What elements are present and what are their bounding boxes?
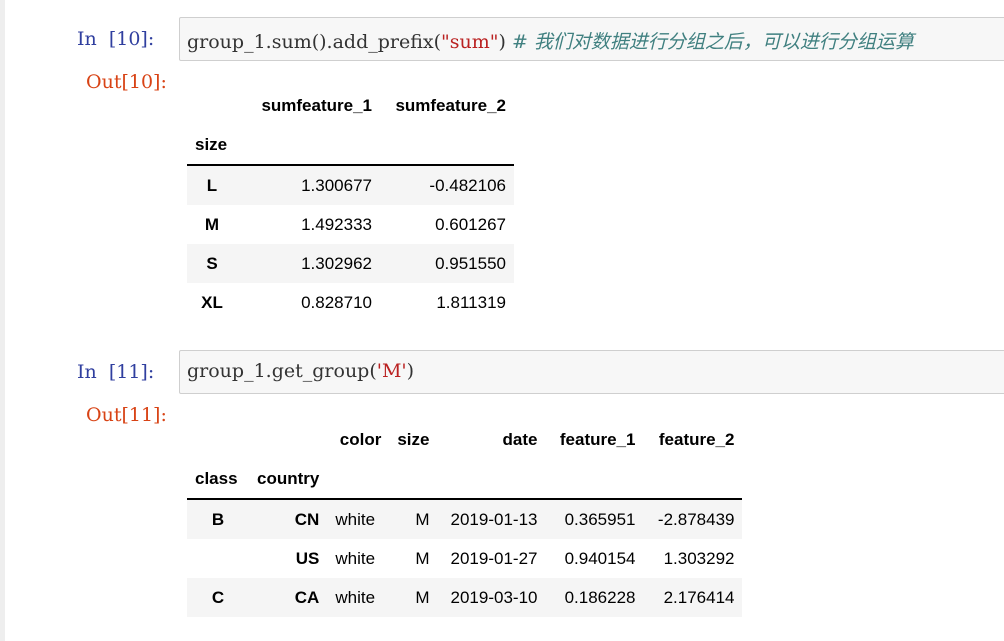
- table-cell: 0.828710: [301, 292, 372, 312]
- table-header-row: sumfeature_1 sumfeature_2: [187, 86, 514, 125]
- code-string: "sum": [441, 31, 499, 53]
- index-name-row: class country: [187, 459, 743, 500]
- header-blank: [327, 459, 390, 500]
- table-cell: 0.940154: [564, 548, 636, 568]
- code-text: ): [498, 31, 512, 53]
- code-text: group_1.get_group(: [187, 360, 377, 382]
- header-blank: [237, 125, 380, 166]
- table-cell: 1.492333: [301, 214, 372, 234]
- column-header: feature_1: [559, 429, 636, 449]
- table-row: XL 0.828710 1.811319: [187, 283, 514, 322]
- column-header: size: [397, 429, 430, 449]
- index-header-blank: [249, 420, 327, 459]
- header-blank: [643, 459, 743, 500]
- table-cell: 0.951550: [380, 244, 514, 283]
- input-prompt-10: In [10]:: [77, 28, 155, 50]
- table-cell: 2.176414: [643, 578, 743, 617]
- code-text: ): [406, 360, 415, 382]
- index-name: country: [249, 459, 328, 500]
- table-cell: 0.365951: [545, 499, 644, 539]
- table-cell: 1.302962: [237, 244, 380, 283]
- table-cell: white: [335, 548, 376, 568]
- table-row: M 1.492333 0.601267: [187, 205, 514, 244]
- header-blank: [545, 459, 644, 500]
- output-prompt-10: Out[10]:: [86, 71, 167, 93]
- dataframe-output-10: sumfeature_1 sumfeature_2 size L 1.30067…: [187, 86, 514, 322]
- table-cell: white: [327, 499, 390, 539]
- table-header-row: color size date feature_1 feature_2: [187, 420, 742, 459]
- output-prompt-11: Out[11]:: [86, 404, 167, 426]
- table-row: C CA white M 2019-03-10 0.186228 2.17641…: [187, 578, 743, 617]
- table-cell: 0.601267: [435, 214, 506, 234]
- header-blank: [437, 459, 546, 500]
- code-cell-10[interactable]: group_1.sum().add_prefix("sum") # 我们对数据进…: [179, 17, 1004, 61]
- code-line[interactable]: group_1.get_group('M'): [187, 360, 414, 382]
- row-index-country: US: [295, 548, 320, 568]
- table-cell: M: [415, 548, 430, 568]
- code-line[interactable]: group_1.sum().add_prefix("sum") # 我们对数据进…: [187, 27, 914, 54]
- row-index-class: B: [187, 499, 249, 539]
- row-index: XL: [201, 292, 223, 312]
- table-row: S 1.302962 0.951550: [187, 244, 514, 283]
- table-row: L 1.300677 -0.482106: [187, 165, 514, 205]
- column-header: color: [339, 429, 382, 449]
- table-cell: white: [327, 578, 390, 617]
- table-cell: 1.811319: [436, 292, 506, 312]
- index-name-row: size: [187, 125, 514, 166]
- table-cell: 2019-03-10: [437, 578, 546, 617]
- header-blank: [389, 459, 438, 500]
- dataframe-output-11: color size date feature_1 feature_2 clas…: [187, 420, 743, 617]
- table-cell: M: [389, 578, 438, 617]
- column-header: date: [502, 429, 538, 449]
- input-prompt-11: In [11]:: [77, 361, 155, 383]
- column-header: sumfeature_1: [261, 95, 372, 115]
- row-index: M: [204, 214, 220, 234]
- code-cell-11[interactable]: group_1.get_group('M'): [179, 350, 1004, 394]
- table-cell: 1.303292: [663, 548, 735, 568]
- header-blank: [380, 125, 514, 166]
- table-row: US white M 2019-01-27 0.940154 1.303292: [187, 539, 742, 578]
- row-index-class: [187, 539, 249, 578]
- index-header-blank: [187, 86, 237, 125]
- row-index-country: CA: [249, 578, 328, 617]
- row-index-country: CN: [249, 499, 328, 539]
- row-index: S: [187, 244, 237, 283]
- table-cell: 2019-01-27: [450, 548, 538, 568]
- table-cell: -0.482106: [380, 165, 514, 205]
- table-cell: 1.300677: [237, 165, 380, 205]
- table-cell: M: [389, 499, 438, 539]
- code-comment: # 我们对数据进行分组之后，可以进行分组运算: [511, 31, 914, 53]
- row-index: L: [187, 165, 237, 205]
- table-cell: 2019-01-13: [437, 499, 546, 539]
- column-header: sumfeature_2: [395, 95, 506, 115]
- table-row: B CN white M 2019-01-13 0.365951 -2.8784…: [187, 499, 743, 539]
- column-header: feature_2: [658, 429, 735, 449]
- index-header-blank: [187, 420, 249, 459]
- row-index-class: C: [187, 578, 249, 617]
- code-text: group_1.sum().add_prefix(: [187, 31, 442, 53]
- code-string: 'M': [376, 360, 407, 382]
- table-cell: -2.878439: [643, 499, 743, 539]
- index-name: class: [187, 459, 249, 500]
- notebook-gutter: [0, 0, 5, 641]
- table-cell: 0.186228: [545, 578, 644, 617]
- index-name: size: [187, 125, 237, 166]
